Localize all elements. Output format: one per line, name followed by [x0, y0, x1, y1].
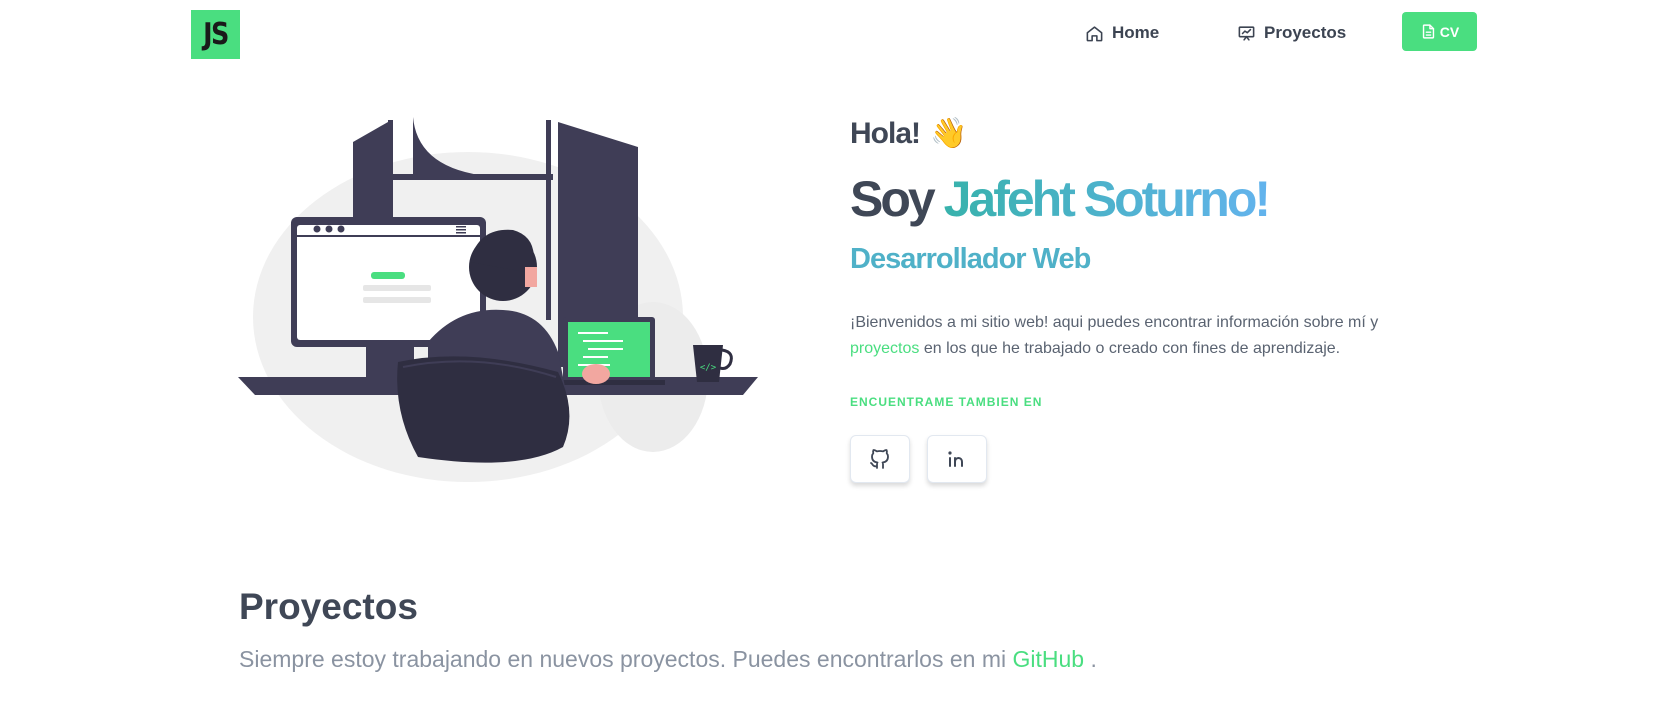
- github-link[interactable]: GitHub: [1013, 646, 1085, 672]
- github-button[interactable]: [850, 435, 910, 483]
- presentation-chart-icon: [1238, 25, 1255, 41]
- projects-subtitle-text: Siempre estoy trabajando en nuevos proye…: [239, 646, 1007, 672]
- hero-title: Soy Jafeht Soturno!: [850, 170, 1271, 228]
- welcome-text-1: ¡Bienvenidos a mi sitio web! aqui puedes…: [850, 314, 1379, 331]
- proyectos-link[interactable]: proyectos: [850, 340, 919, 357]
- logo-text: JS: [203, 17, 229, 52]
- github-icon: [870, 449, 889, 469]
- logo[interactable]: JS: [191, 10, 240, 59]
- cv-button[interactable]: CV: [1402, 12, 1477, 51]
- welcome-paragraph: ¡Bienvenidos a mi sitio web! aqui puedes…: [850, 310, 1410, 362]
- projects-subtitle-suffix: .: [1090, 646, 1097, 672]
- author-name: Jafeht Soturno!: [943, 171, 1271, 227]
- greeting-text: Hola!: [850, 116, 921, 150]
- cv-label: CV: [1439, 23, 1460, 40]
- nav-home[interactable]: Home: [1085, 23, 1159, 43]
- welcome-text-2: en los que he trabajado o creado con fin…: [923, 340, 1341, 357]
- nav-proyectos[interactable]: Proyectos: [1237, 23, 1346, 43]
- nav-proyectos-label: Proyectos: [1264, 23, 1347, 42]
- intro-prefix: Soy: [850, 171, 936, 227]
- greeting: Hola! 👋: [850, 116, 967, 151]
- linkedin-icon: [948, 451, 963, 467]
- svg-text:</>: </>: [700, 363, 717, 373]
- role-title: Desarrollador Web: [850, 243, 1091, 275]
- waving-hand-icon: 👋: [930, 117, 967, 150]
- nav-home-label: Home: [1112, 23, 1160, 42]
- projects-title: Proyectos: [239, 586, 418, 627]
- find-me-label: ENCUENTRAME TAMBIEN EN: [850, 395, 1043, 409]
- document-icon: [1422, 24, 1434, 39]
- linkedin-button[interactable]: [927, 435, 987, 483]
- projects-subtitle: Siempre estoy trabajando en nuevos proye…: [239, 646, 1097, 673]
- developer-illustration: </>: [238, 117, 758, 482]
- home-icon: [1086, 25, 1103, 41]
